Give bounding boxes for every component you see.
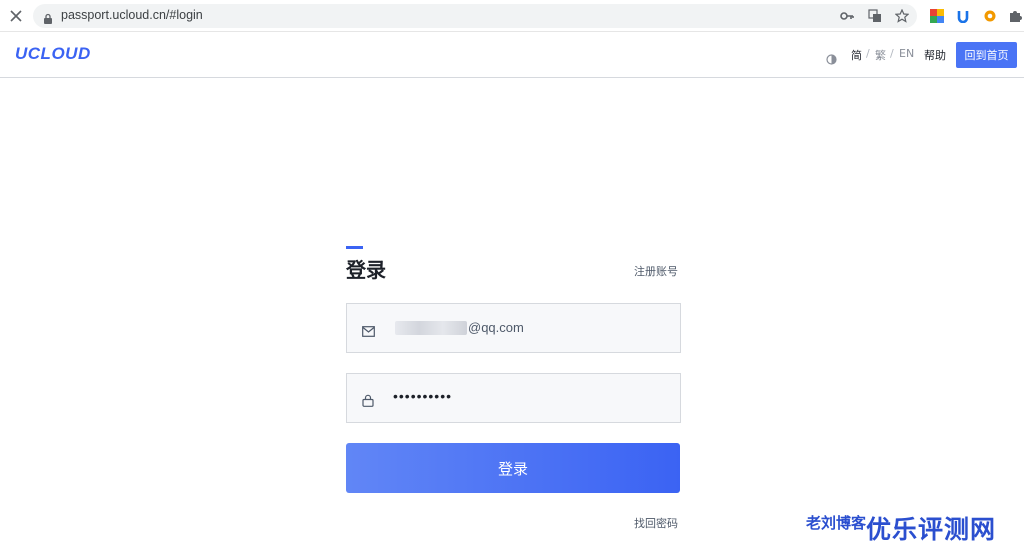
lock-icon[interactable] <box>43 10 53 29</box>
address-bar[interactable]: passport.ucloud.cn/#login <box>33 4 917 28</box>
lang-separator: / <box>890 47 894 60</box>
password-field[interactable]: •••••••••• <box>346 373 681 423</box>
theme-toggle-icon[interactable] <box>826 50 837 69</box>
translate-icon[interactable] <box>867 8 883 24</box>
site-header: UCLOUD 简 / 繁 / EN 帮助 回到首页 <box>0 32 1024 78</box>
watermark-small: 老刘博客 <box>806 514 867 532</box>
bookmark-star-icon[interactable] <box>894 8 910 24</box>
forgot-password-link[interactable]: 找回密码 <box>634 515 678 531</box>
login-title: 登录 <box>346 258 386 282</box>
browser-toolbar: passport.ucloud.cn/#login <box>0 0 1024 32</box>
ucloud-logo[interactable]: UCLOUD <box>15 44 91 64</box>
colorful-extension-icon[interactable] <box>928 7 946 25</box>
password-input-value[interactable]: •••••••••• <box>393 388 452 404</box>
gear-extension-icon[interactable] <box>981 7 999 25</box>
email-input-value[interactable]: @qq.com <box>468 320 524 335</box>
lang-traditional[interactable]: 繁 <box>875 47 886 63</box>
lang-english[interactable]: EN <box>899 47 914 60</box>
close-icon[interactable] <box>6 6 26 26</box>
lock-icon <box>362 392 374 411</box>
lang-separator: / <box>866 47 870 60</box>
watermark-large: 优乐评测网 <box>866 515 997 544</box>
redacted-email-prefix <box>395 321 467 335</box>
u-extension-icon[interactable] <box>954 7 972 25</box>
register-account-link[interactable]: 注册账号 <box>634 263 678 279</box>
lang-simplified[interactable]: 简 <box>851 47 862 63</box>
title-accent-bar <box>346 246 363 249</box>
help-link[interactable]: 帮助 <box>924 47 946 63</box>
key-icon[interactable] <box>839 8 855 24</box>
back-to-home-button[interactable]: 回到首页 <box>956 42 1017 68</box>
url-text[interactable]: passport.ucloud.cn/#login <box>61 8 203 22</box>
login-submit-button[interactable]: 登录 <box>346 443 680 493</box>
puzzle-extensions-icon[interactable] <box>1006 7 1024 25</box>
mail-icon <box>362 322 375 341</box>
email-field[interactable]: @qq.com <box>346 303 681 353</box>
